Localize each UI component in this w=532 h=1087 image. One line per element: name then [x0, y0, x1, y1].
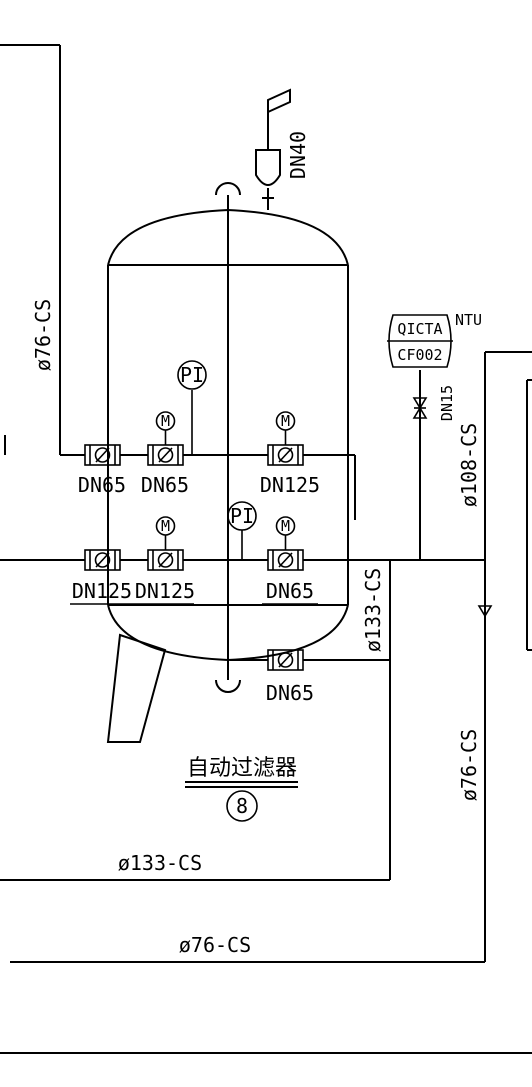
pressure-gauge-1-label: PI: [180, 363, 204, 387]
equipment-title: 自动过滤器 8: [185, 756, 298, 822]
valve-lower-3[interactable]: [267, 549, 304, 571]
pressure-gauge-1[interactable]: PI: [177, 360, 207, 455]
pipe-label-133-vertical: ø133-CS: [361, 568, 385, 652]
pipe-label-133-bottom: ø133-CS: [118, 851, 202, 875]
pressure-gauge-2[interactable]: PI: [227, 501, 257, 560]
pipe-label-top-left: ø76-CS: [31, 299, 55, 371]
vent-size: DN40: [286, 131, 310, 179]
motor-2-label: M: [281, 412, 290, 430]
valve-lower-2-size: DN125: [135, 579, 195, 603]
motor-actuator-4: M: [275, 516, 296, 550]
motor-actuator-2: M: [275, 411, 296, 445]
motor-actuator-1: M: [155, 411, 176, 445]
valve-bottom[interactable]: [267, 649, 304, 671]
instrument-tag-top: QICTA: [397, 320, 442, 338]
pipe-label-108: ø108-CS: [457, 423, 481, 507]
instrument-valve-size: DN15: [438, 385, 456, 421]
pipe-label-76-right: ø76-CS: [457, 729, 481, 801]
pipe-label-76-bottom: ø76-CS: [179, 933, 251, 957]
motor-4-label: M: [281, 517, 290, 535]
valve-upper-3-size: DN125: [260, 473, 320, 497]
valve-lower-3-size: DN65: [266, 579, 314, 603]
pid-diagram: M M M M PI PI QICTA CF002 NTU DN65 DN65 …: [0, 44, 532, 1054]
equipment-name: 自动过滤器: [187, 756, 297, 781]
motor-3-label: M: [161, 517, 170, 535]
instrument-tag-bottom: CF002: [397, 346, 442, 364]
motor-1-label: M: [161, 412, 170, 430]
valve-upper-3[interactable]: [267, 444, 304, 466]
valve-lower-1-size: DN125: [72, 579, 132, 603]
valve-upper-1-size: DN65: [78, 473, 126, 497]
valve-upper-2[interactable]: [147, 444, 184, 466]
pressure-gauge-2-label: PI: [230, 504, 254, 528]
valve-bottom-size: DN65: [266, 681, 314, 705]
instrument-unit: NTU: [455, 311, 482, 329]
valve-lower-2[interactable]: [147, 549, 184, 571]
pipe-network: [0, 44, 532, 1054]
valve-upper-1[interactable]: [84, 444, 121, 466]
equipment-number: 8: [236, 794, 248, 818]
turbidity-instrument[interactable]: QICTA CF002 NTU: [387, 311, 482, 368]
filter-vessel: [106, 88, 349, 743]
valve-lower-1[interactable]: [84, 549, 121, 571]
motor-actuator-3: M: [155, 516, 176, 550]
valve-upper-2-size: DN65: [141, 473, 189, 497]
